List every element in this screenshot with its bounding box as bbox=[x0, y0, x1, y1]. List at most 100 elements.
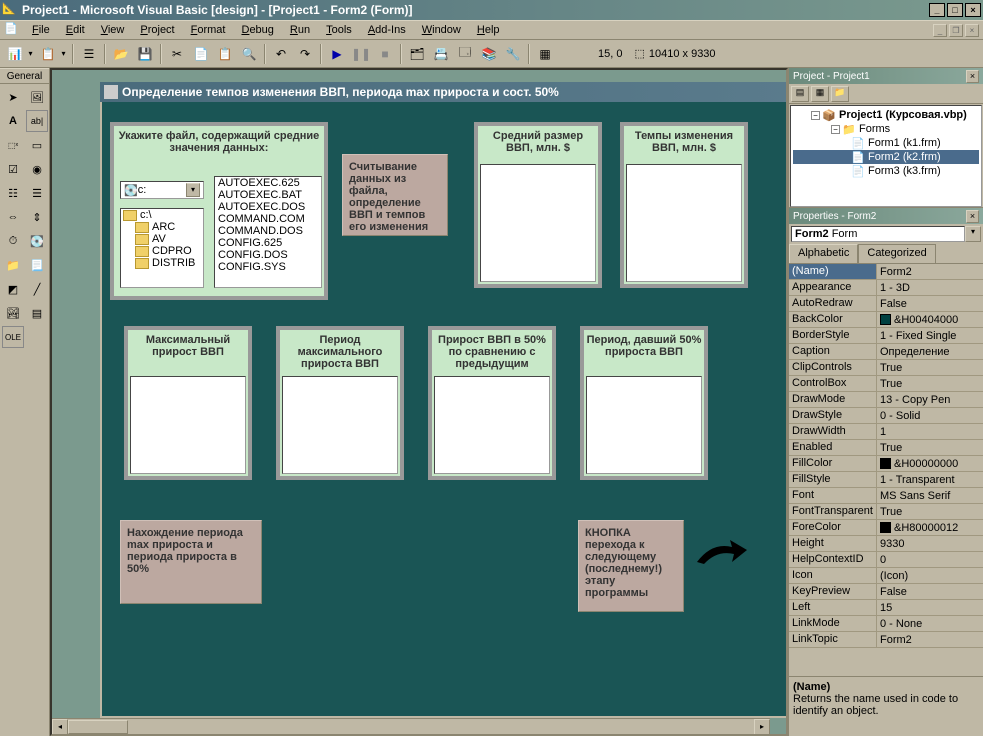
property-row[interactable]: FillStyle1 - Transparent bbox=[789, 472, 983, 488]
menu-run[interactable]: Run bbox=[282, 22, 318, 38]
property-row[interactable]: HelpContextID0 bbox=[789, 552, 983, 568]
file-item[interactable]: COMMAND.COM bbox=[215, 213, 321, 225]
picturebox-tool[interactable]: 🖼 bbox=[26, 86, 48, 108]
frame-tool[interactable]: ⬚ˣ bbox=[2, 134, 24, 156]
minimize-button[interactable]: _ bbox=[929, 3, 945, 17]
horizontal-scrollbar[interactable]: ◂ ▸ bbox=[52, 718, 770, 734]
object-browser-button[interactable]: 📚 bbox=[478, 43, 500, 65]
period-50-list[interactable] bbox=[586, 376, 702, 474]
pause-button[interactable]: ❚❚ bbox=[350, 43, 372, 65]
property-row[interactable]: AutoRedrawFalse bbox=[789, 296, 983, 312]
menu-help[interactable]: Help bbox=[469, 22, 508, 38]
tree-form-item[interactable]: 📄Form2 (k2.frm) bbox=[793, 150, 979, 164]
redo-button[interactable]: ↷ bbox=[294, 43, 316, 65]
file-item[interactable]: CONFIG.625 bbox=[215, 237, 321, 249]
form-window[interactable]: Определение темпов изменения ВВП, период… bbox=[100, 82, 788, 718]
copy-button[interactable]: 📄 bbox=[190, 43, 212, 65]
menu-file[interactable]: File bbox=[24, 22, 58, 38]
shape-tool[interactable]: ◩ bbox=[2, 278, 24, 300]
dir-item[interactable]: CDPRO bbox=[121, 245, 203, 257]
project-close-button[interactable]: × bbox=[966, 70, 979, 83]
tempo-frame[interactable]: Темпы изменения ВВП, млн. $ bbox=[620, 122, 748, 288]
property-row[interactable]: Appearance1 - 3D bbox=[789, 280, 983, 296]
props-object-combo[interactable]: Form2 Form ▾ bbox=[789, 224, 983, 244]
menu-tools[interactable]: Tools bbox=[318, 22, 360, 38]
menu-window[interactable]: Window bbox=[414, 22, 469, 38]
property-row[interactable]: Left15 bbox=[789, 600, 983, 616]
tab-alphabetic[interactable]: Alphabetic bbox=[789, 244, 858, 263]
combobox-tool[interactable]: ☷ bbox=[2, 182, 24, 204]
view-object-button[interactable]: ▦ bbox=[811, 86, 829, 102]
props-close-button[interactable]: × bbox=[966, 210, 979, 223]
drivelistbox-tool[interactable]: 💽 bbox=[26, 230, 48, 252]
cut-button[interactable]: ✂ bbox=[166, 43, 188, 65]
file-item[interactable]: CONFIG.SYS bbox=[215, 261, 321, 273]
form-body[interactable]: Укажите файл, содержащий средние значени… bbox=[100, 102, 788, 718]
add-form-dropdown[interactable]: ▾ bbox=[59, 43, 68, 65]
optionbutton-tool[interactable]: ◉ bbox=[26, 158, 48, 180]
close-button[interactable]: × bbox=[965, 3, 981, 17]
property-row[interactable]: LinkMode0 - None bbox=[789, 616, 983, 632]
ole-tool[interactable]: OLE bbox=[2, 326, 24, 348]
dir-item[interactable]: DISTRIB bbox=[121, 257, 203, 269]
file-item[interactable]: AUTOEXEC.DOS bbox=[215, 201, 321, 213]
property-row[interactable]: KeyPreviewFalse bbox=[789, 584, 983, 600]
property-row[interactable]: FontMS Sans Serif bbox=[789, 488, 983, 504]
period-max-list[interactable] bbox=[282, 376, 398, 474]
line-tool[interactable]: ╱ bbox=[26, 278, 48, 300]
filelistbox-tool[interactable]: 📃 bbox=[26, 254, 48, 276]
next-stage-button[interactable]: КНОПКА перехода к следующему (последнему… bbox=[578, 520, 684, 612]
data-view-button[interactable]: ▦ bbox=[534, 43, 556, 65]
dirlistbox-tool[interactable]: 📁 bbox=[2, 254, 24, 276]
view-code-button[interactable]: ▤ bbox=[791, 86, 809, 102]
find-period-button[interactable]: Нахождение периода max прироста и период… bbox=[120, 520, 262, 604]
menu-view[interactable]: View bbox=[93, 22, 133, 38]
props-combo-dropdown[interactable]: ▾ bbox=[965, 226, 981, 242]
property-row[interactable]: FontTransparentTrue bbox=[789, 504, 983, 520]
mdi-close-button[interactable]: × bbox=[965, 24, 979, 37]
mdi-minimize-button[interactable]: _ bbox=[933, 24, 947, 37]
toggle-folders-button[interactable]: 📁 bbox=[831, 86, 849, 102]
property-row[interactable]: EnabledTrue bbox=[789, 440, 983, 456]
property-row[interactable]: CaptionОпределение bbox=[789, 344, 983, 360]
menu-project[interactable]: Project bbox=[132, 22, 182, 38]
property-row[interactable]: DrawWidth1 bbox=[789, 424, 983, 440]
properties-button[interactable]: 📇 bbox=[430, 43, 452, 65]
scroll-right-button[interactable]: ▸ bbox=[754, 719, 770, 735]
file-list[interactable]: AUTOEXEC.625AUTOEXEC.BATAUTOEXEC.DOSCOMM… bbox=[214, 176, 322, 288]
dir-item[interactable]: AV bbox=[121, 233, 203, 245]
file-select-frame[interactable]: Укажите файл, содержащий средние значени… bbox=[110, 122, 328, 300]
file-item[interactable]: COMMAND.DOS bbox=[215, 225, 321, 237]
menu-debug[interactable]: Debug bbox=[233, 22, 281, 38]
menu-editor-button[interactable]: ☰ bbox=[78, 43, 100, 65]
growth-50-frame[interactable]: Прирост ВВП в 50% по сравнению с предыду… bbox=[428, 326, 556, 480]
file-item[interactable]: AUTOEXEC.BAT bbox=[215, 189, 321, 201]
open-button[interactable]: 📂 bbox=[110, 43, 132, 65]
property-row[interactable]: FillColor&H00000000 bbox=[789, 456, 983, 472]
property-row[interactable]: BorderStyle1 - Fixed Single bbox=[789, 328, 983, 344]
image-tool[interactable]: 🏞 bbox=[2, 302, 24, 324]
undo-button[interactable]: ↶ bbox=[270, 43, 292, 65]
drive-combo[interactable]: 💽 c: ▾ bbox=[120, 181, 204, 199]
run-button[interactable]: ▶ bbox=[326, 43, 348, 65]
property-row[interactable]: DrawMode13 - Copy Pen bbox=[789, 392, 983, 408]
stop-button[interactable]: ■ bbox=[374, 43, 396, 65]
toolbox-button[interactable]: 🔧 bbox=[502, 43, 524, 65]
dir-item[interactable]: ARC bbox=[121, 221, 203, 233]
menu-add-ins[interactable]: Add-Ins bbox=[360, 22, 414, 38]
property-row[interactable]: BackColor&H00404000 bbox=[789, 312, 983, 328]
add-form-button[interactable]: 📋 bbox=[37, 43, 59, 65]
timer-tool[interactable]: ⏱ bbox=[2, 230, 24, 252]
property-row[interactable]: (Name)Form2 bbox=[789, 264, 983, 280]
dir-item[interactable]: c:\ bbox=[121, 209, 203, 221]
tab-categorized[interactable]: Categorized bbox=[858, 244, 935, 263]
max-growth-frame[interactable]: Максимальный прирост ВВП bbox=[124, 326, 252, 480]
save-button[interactable]: 💾 bbox=[134, 43, 156, 65]
tree-form-item[interactable]: 📄Form3 (k3.frm) bbox=[793, 164, 979, 178]
period-50-frame[interactable]: Период, давший 50% прироста ВВП bbox=[580, 326, 708, 480]
menu-edit[interactable]: Edit bbox=[58, 22, 93, 38]
file-item[interactable]: AUTOEXEC.625 bbox=[215, 177, 321, 189]
checkbox-tool[interactable]: ☑ bbox=[2, 158, 24, 180]
mdi-restore-button[interactable]: ❐ bbox=[949, 24, 963, 37]
data-tool[interactable]: ▤ bbox=[26, 302, 48, 324]
